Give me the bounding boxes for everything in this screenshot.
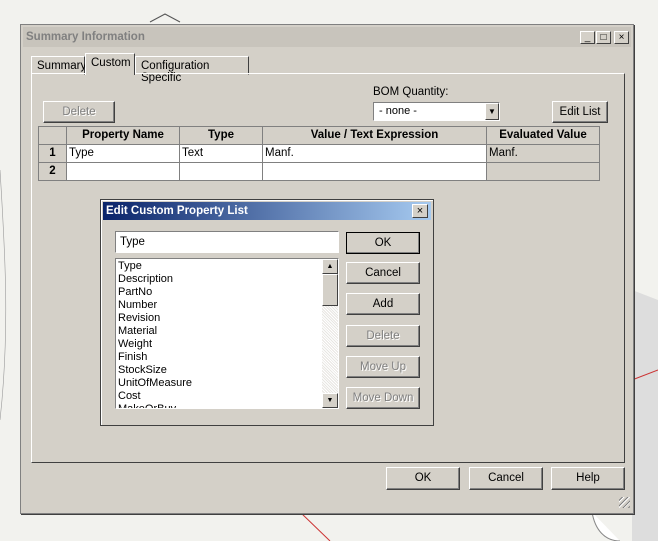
- dialog-title-bar[interactable]: Edit Custom Property List ×: [103, 202, 431, 220]
- header-property-name[interactable]: Property Name: [67, 126, 180, 145]
- property-list-item[interactable]: Revision: [118, 312, 192, 325]
- chevron-down-icon[interactable]: ▼: [485, 103, 499, 120]
- property-list-item[interactable]: Number: [118, 299, 192, 312]
- bom-quantity-select[interactable]: - none - ▼: [373, 102, 500, 121]
- property-list-item[interactable]: Description: [118, 273, 192, 286]
- scroll-thumb[interactable]: [322, 274, 338, 306]
- list-scrollbar[interactable]: ▲ ▼: [322, 259, 338, 408]
- maximize-button[interactable]: □: [596, 31, 611, 44]
- cell-type[interactable]: [180, 163, 263, 181]
- dialog-add-button[interactable]: Add: [346, 293, 420, 315]
- header-evaluated-value[interactable]: Evaluated Value: [487, 126, 600, 145]
- bom-quantity-label: BOM Quantity:: [373, 86, 449, 98]
- custom-properties-grid: Property Name Type Value / Text Expressi…: [38, 126, 600, 184]
- property-list-item[interactable]: Type: [118, 260, 192, 273]
- cell-value-text-expression[interactable]: Manf.: [263, 145, 487, 163]
- cell-property-name[interactable]: Type: [67, 145, 180, 163]
- dialog-delete-button[interactable]: Delete: [346, 325, 420, 347]
- property-name-input[interactable]: Type: [115, 231, 339, 253]
- property-list-item[interactable]: PartNo: [118, 286, 192, 299]
- delete-button[interactable]: Delete: [43, 101, 115, 123]
- row-number[interactable]: 1: [38, 145, 67, 163]
- edit-list-button[interactable]: Edit List: [552, 101, 608, 123]
- scroll-up-icon[interactable]: ▲: [322, 259, 338, 274]
- property-list-item[interactable]: StockSize: [118, 364, 192, 377]
- tab-custom[interactable]: Custom: [85, 53, 135, 75]
- cell-evaluated-value: [487, 163, 600, 181]
- grid-corner: [38, 126, 67, 145]
- dialog-close-button[interactable]: ×: [412, 204, 428, 218]
- header-type[interactable]: Type: [180, 126, 263, 145]
- property-list-items: Type Description PartNo Number Revision Mater…: [118, 260, 192, 408]
- cancel-button[interactable]: Cancel: [469, 467, 543, 490]
- move-down-button[interactable]: Move Down: [346, 387, 420, 409]
- property-list-item[interactable]: MakeOrBuy: [118, 403, 192, 408]
- property-list-item[interactable]: Cost: [118, 390, 192, 403]
- edit-custom-property-list-dialog: Edit Custom Property List × Type Type Des…: [100, 199, 434, 426]
- ok-button[interactable]: OK: [386, 467, 460, 490]
- property-list-item[interactable]: Material: [118, 325, 192, 338]
- scroll-down-icon[interactable]: ▼: [322, 393, 338, 408]
- dialog-title: Edit Custom Property List: [106, 205, 248, 217]
- resize-grip-icon[interactable]: [619, 497, 630, 508]
- row-number[interactable]: 2: [38, 163, 67, 181]
- property-list-item[interactable]: Finish: [118, 351, 192, 364]
- title-bar[interactable]: Summary Information _ □ ×: [23, 27, 631, 47]
- minimize-button[interactable]: _: [580, 31, 595, 44]
- bom-quantity-value: - none -: [379, 105, 417, 117]
- header-value-text-expression[interactable]: Value / Text Expression: [263, 126, 487, 145]
- property-list-item[interactable]: Weight: [118, 338, 192, 351]
- move-up-button[interactable]: Move Up: [346, 356, 420, 378]
- close-button[interactable]: ×: [614, 31, 629, 44]
- help-button[interactable]: Help: [551, 467, 625, 490]
- cell-type[interactable]: Text: [180, 145, 263, 163]
- property-list[interactable]: Type Description PartNo Number Revision Mater…: [115, 258, 339, 409]
- window-title: Summary Information: [26, 31, 145, 43]
- cell-evaluated-value: Manf.: [487, 145, 600, 163]
- cell-property-name[interactable]: [67, 163, 180, 181]
- dialog-ok-button[interactable]: OK: [346, 232, 420, 254]
- cell-value-text-expression[interactable]: [263, 163, 487, 181]
- property-list-item[interactable]: UnitOfMeasure: [118, 377, 192, 390]
- dialog-cancel-button[interactable]: Cancel: [346, 262, 420, 284]
